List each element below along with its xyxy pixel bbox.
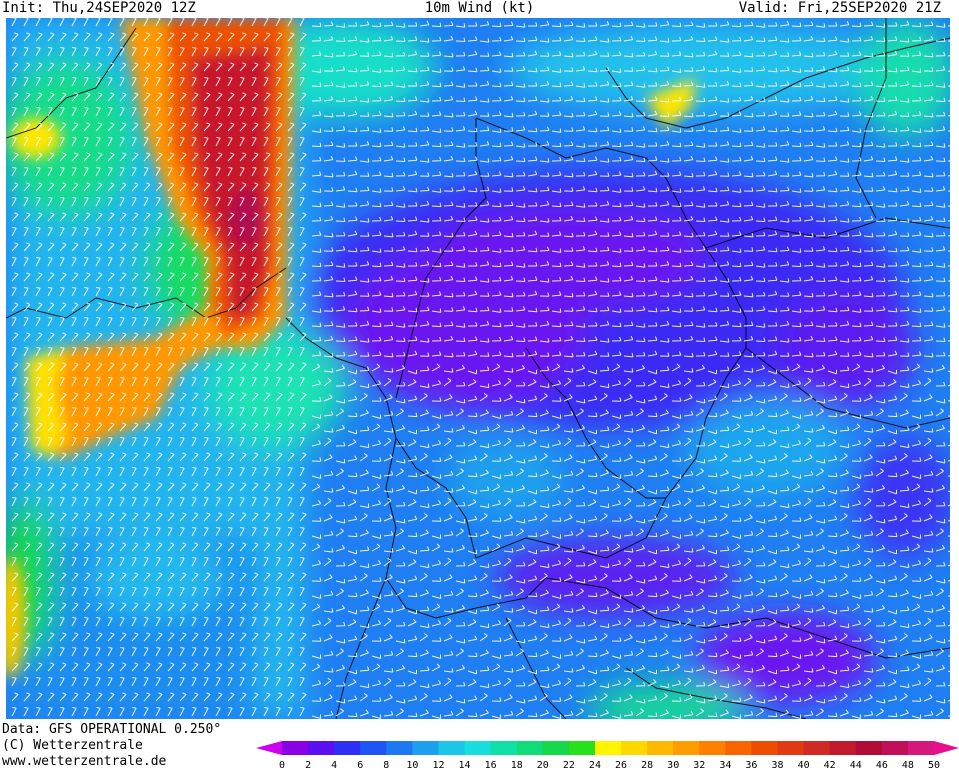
colorbar-cell [803,741,831,755]
colorbar-label: 22 [563,760,575,770]
colorbar-cell [542,741,570,755]
colorbar-right-arrow [934,741,959,755]
colorbar-cell [621,741,648,755]
colorbar-cell [412,741,439,755]
colorbar-label: 44 [850,760,862,770]
colorbar-label: 0 [279,760,285,770]
valid-time: Valid: Fri,25SEP2020 21Z [738,0,941,16]
colorbar-label: 34 [719,760,731,770]
colorbar-label: 26 [615,760,627,770]
colorbar-label: 38 [771,760,783,770]
colorbar-left-arrow [256,741,282,755]
colorbar-cell [907,741,935,755]
colorbar-label: 40 [798,760,810,770]
colorbar-label: 8 [383,760,389,770]
wind-map [6,18,950,719]
colorbar-label: 4 [331,760,337,770]
colorbar-label: 50 [928,760,940,770]
colorbar-label: 18 [511,760,523,770]
colorbar: 0 2 4 6 8 10 12 14 16 18 20 22 24 26 28 30 32 34 36 38 40 42 4… [256,741,959,770]
colorbar-cell [360,741,387,755]
colorbar-label: 30 [667,760,679,770]
colorbar-cell [282,741,309,755]
colorbar-label: 6 [357,760,363,770]
data-source-label: Data: GFS OPERATIONAL 0.250° [2,722,222,737]
colorbar-cells [282,741,935,755]
colorbar-cell [725,741,752,755]
colorbar-cell [308,741,335,755]
colorbar-cell [464,741,492,755]
colorbar-label: 32 [693,760,705,770]
colorbar-cell [516,741,544,755]
colorbar-label: 2 [305,760,311,770]
colorbar-cell [829,741,857,755]
colorbar-cell [438,741,466,755]
colorbar-label: 36 [745,760,757,770]
colorbar-cell [568,741,596,755]
colorbar-label: 10 [406,760,418,770]
colorbar-cell [881,741,909,755]
colorbar-cell [699,741,726,755]
colorbar-cell [594,741,622,755]
colorbar-cell [490,741,518,755]
colorbar-cell [334,741,361,755]
website-label: www.wetterzentrale.de [2,754,167,769]
colorbar-cell [751,741,779,755]
colorbar-labels: 0 2 4 6 8 10 12 14 16 18 20 22 24 26 28 30 32 34 36 38 40 42 4… [279,760,940,770]
colorbar-cell [386,741,413,755]
copyright-label: (C) Wetterzentrale [2,738,143,753]
colorbar-cell [647,741,674,755]
colorbar-cell [673,741,700,755]
colorbar-label: 14 [459,760,471,770]
colorbar-cell [855,741,883,755]
colorbar-label: 24 [589,760,601,770]
colorbar-label: 28 [641,760,653,770]
colorbar-cell [777,741,805,755]
colorbar-label: 20 [537,760,549,770]
colorbar-label: 48 [902,760,914,770]
colorbar-label: 46 [876,760,888,770]
colorbar-label: 16 [485,760,497,770]
colorbar-label: 42 [824,760,836,770]
colorbar-label: 12 [432,760,444,770]
